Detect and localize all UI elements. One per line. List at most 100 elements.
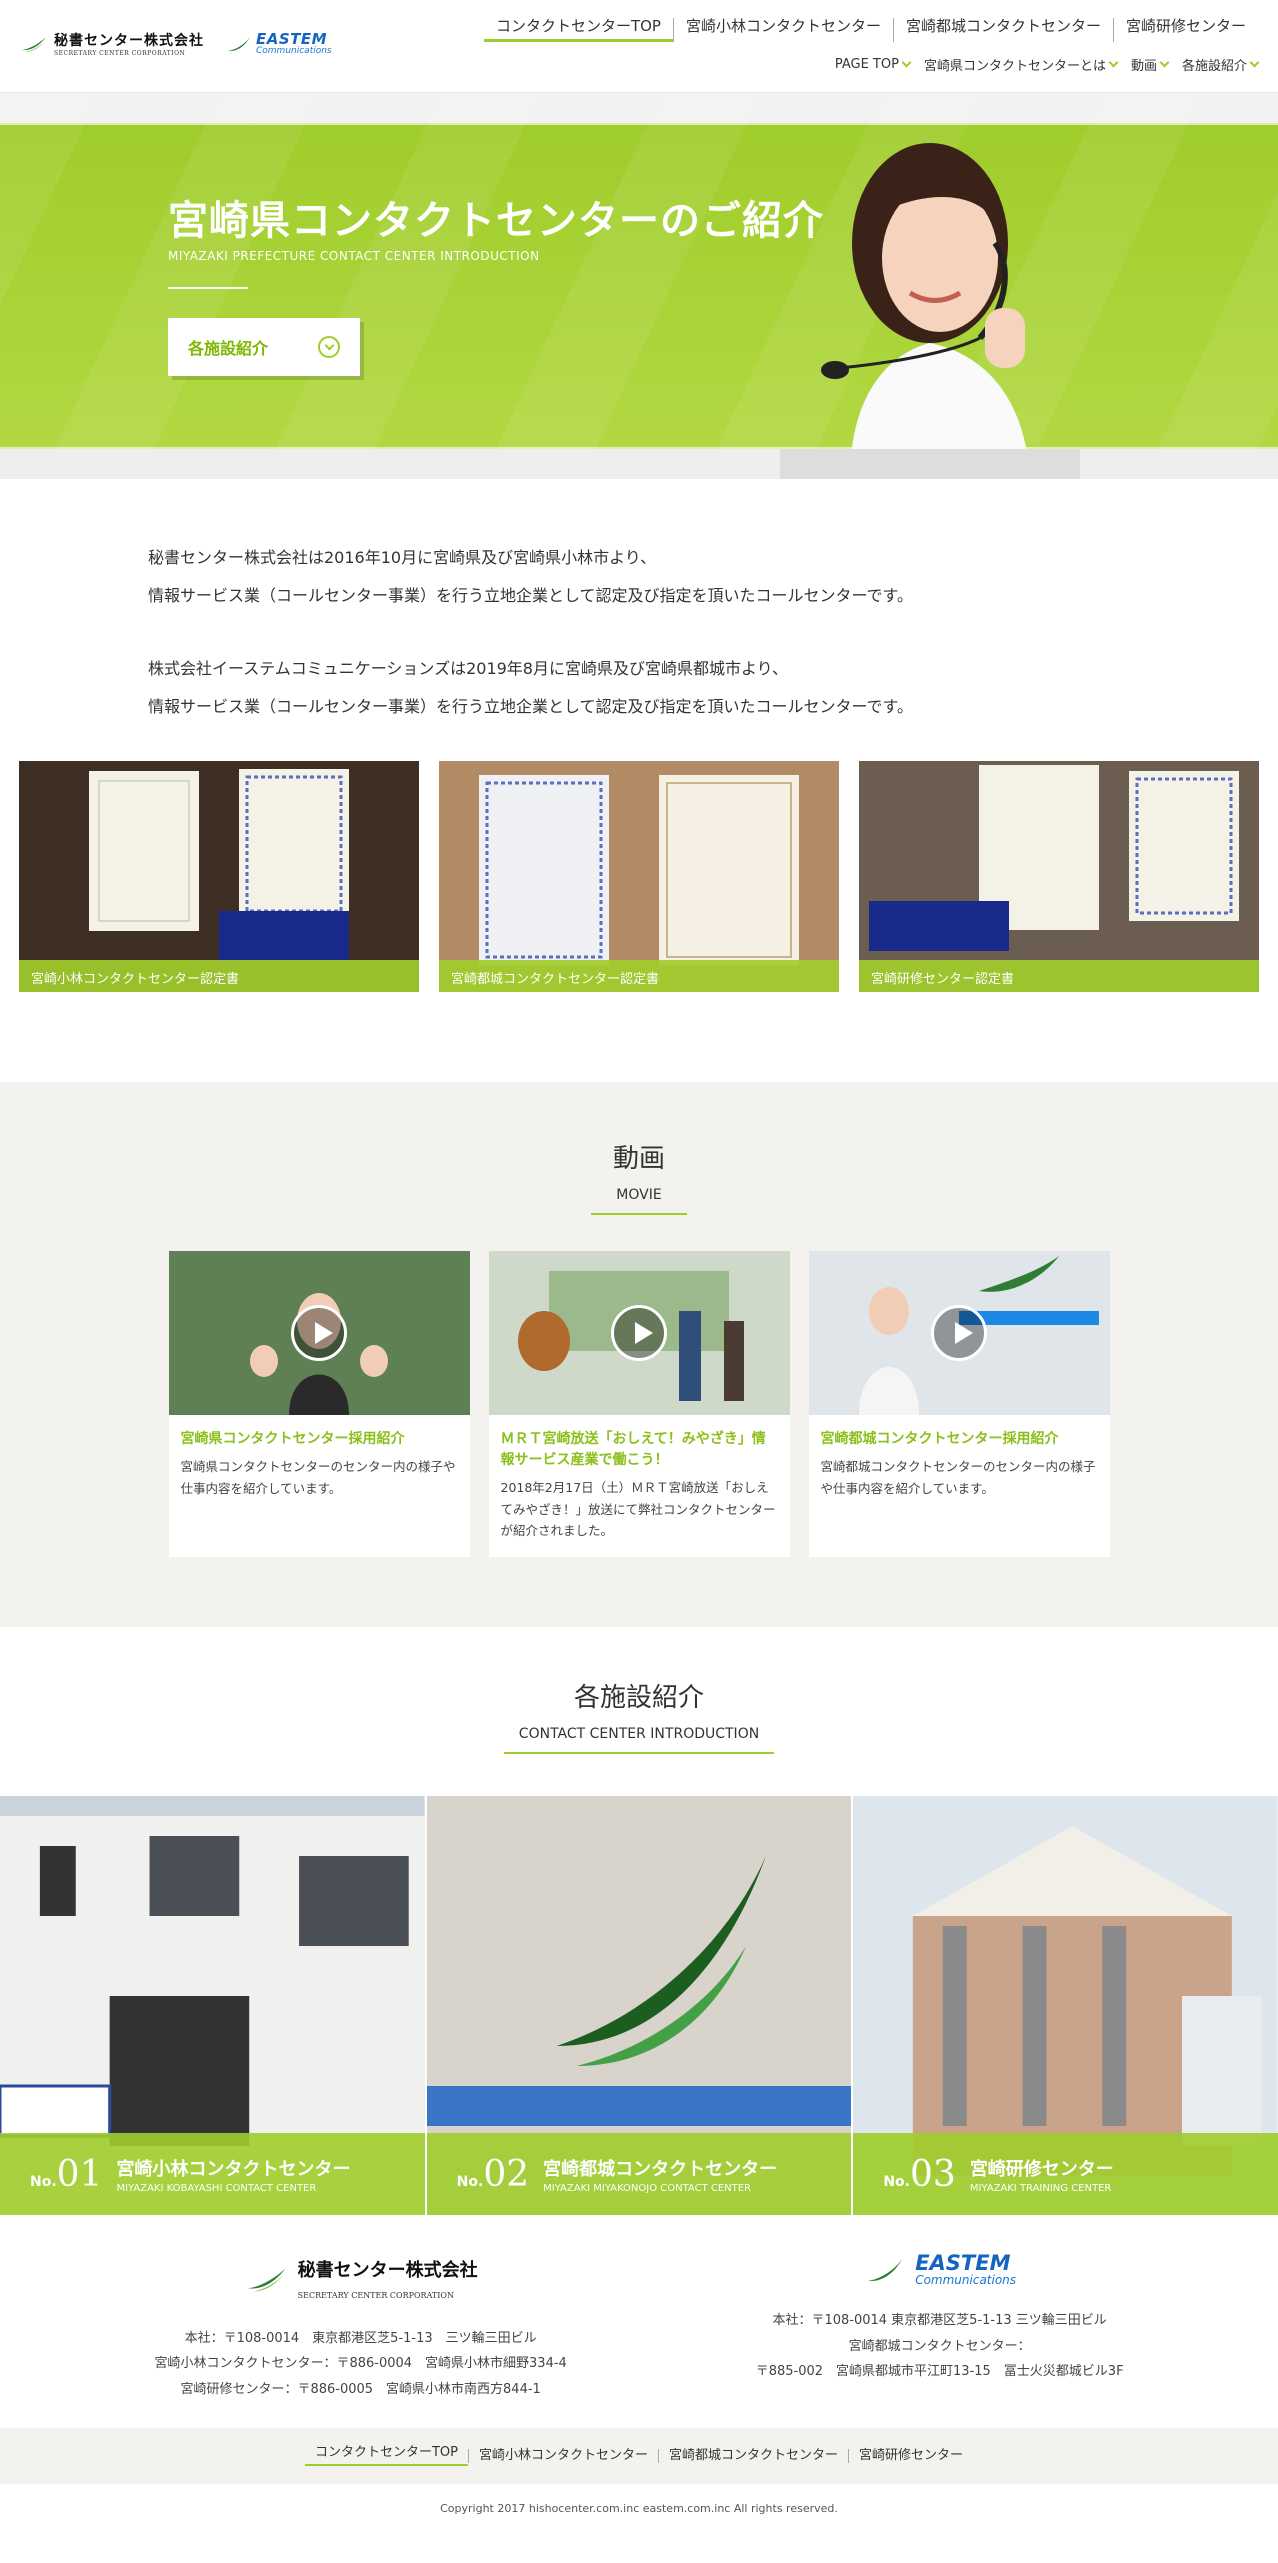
- movie-thumbnail[interactable]: [168, 1251, 470, 1416]
- intro-line: 秘書センター株式会社は2016年10月に宮崎県及び宮崎県小林市より、: [148, 548, 657, 567]
- facilities-heading: 各施設紹介 CONTACT CENTER INTRODUCTION: [0, 1627, 1278, 1755]
- movie-card-desc: 2018年2月17日（土）ＭＲＴ宮崎放送「おしえてみやざき！」放送にて弊社コンタ…: [500, 1480, 776, 1538]
- movie-card[interactable]: ＭＲＴ宮崎放送「おしえて！みやざき」情報サービス産業で働こう！ 2018年2月1…: [488, 1251, 790, 1558]
- hero-divider-top: [0, 123, 1278, 125]
- movie-card-title[interactable]: 宮崎県コンタクトセンター採用紹介: [169, 1415, 470, 1450]
- hero-operator-photo: [780, 143, 1080, 479]
- footer-address-line: 〒885-002 宮崎県都城市平江町13-15 冨士火災都城ビル3F: [755, 2364, 1124, 2380]
- facility-name-en: MIYAZAKI MIYAKONOJO CONTACT CENTER: [543, 2182, 752, 2194]
- topnav-miyakonojo[interactable]: 宮崎都城コンタクトセンター: [892, 18, 1113, 42]
- chevron-down-icon: [1159, 57, 1170, 68]
- eastem-leaf-icon: [228, 36, 250, 51]
- movie-card-list: 宮崎県コンタクトセンター採用紹介 宮崎県コンタクトセンターのセンター内の様子や仕…: [0, 1251, 1278, 1558]
- intro-line: 情報サービス業（コールセンター事業）を行う立地企業として認定及び指定を頂いたコー…: [148, 585, 913, 605]
- site-header: 秘書センター株式会社 SECRETARY CENTER CORPORATION …: [0, 0, 1278, 93]
- hisho-logo[interactable]: 秘書センター株式会社 SECRETARY CENTER CORPORATION: [20, 30, 204, 57]
- subnav-movie[interactable]: 動画: [1130, 55, 1170, 74]
- footer-eastem: EASTEM Communications 本社：〒108-0014 東京都港区…: [756, 2253, 1124, 2402]
- facility-number: 01: [56, 2153, 103, 2195]
- top-nav: コンタクトセンターTOP 宮崎小林コンタクトセンター 宮崎都城コンタクトセンター…: [483, 18, 1258, 42]
- topnav-contact-top[interactable]: コンタクトセンターTOP: [483, 18, 673, 42]
- footer-hisho-name-en: SECRETARY CENTER CORPORATION: [297, 2291, 454, 2301]
- hero-banner: 宮崎県コンタクトセンターのご紹介 MIYAZAKI PREFECTURE CON…: [0, 93, 1278, 479]
- footer-nav-contact-top[interactable]: コンタクトセンターTOP: [304, 2446, 468, 2467]
- heading-underline: [591, 1213, 687, 1216]
- certificate-photo: [19, 761, 419, 993]
- intro-paragraph-hisho: 秘書センター株式会社は2016年10月に宮崎県及び宮崎県小林市より、 情報サービ…: [148, 539, 1278, 614]
- footer-nav-kobayashi[interactable]: 宮崎小林コンタクトセンター: [467, 2449, 658, 2464]
- facility-card-kobayashi[interactable]: No. 01 宮崎小林コンタクトセンター MIYAZAKI KOBAYASHI CO…: [0, 1796, 427, 2216]
- facility-card-miyakonojo[interactable]: No. 02 宮崎都城コンタクトセンター MIYAZAKI MIYAKONOJO C…: [426, 1796, 854, 2216]
- certificate-card[interactable]: 宮崎研修センター認定書: [859, 761, 1259, 993]
- movie-card-desc: 宮崎県コンタクトセンターのセンター内の様子や仕事内容を紹介しています。: [180, 1459, 456, 1496]
- play-icon[interactable]: [291, 1305, 347, 1362]
- facility-card-training[interactable]: No. 03 宮崎研修センター MIYAZAKI TRAINING CENTER: [853, 1796, 1278, 2216]
- certificate-caption: 宮崎小林コンタクトセンター認定書: [19, 960, 419, 993]
- movie-card-title[interactable]: ＭＲＴ宮崎放送「おしえて！みやざき」情報サービス産業で働こう！: [489, 1415, 790, 1471]
- footer-hisho: 秘書センター株式会社 SECRETARY CENTER CORPORATION …: [154, 2253, 566, 2402]
- subnav-movie-label: 動画: [1130, 59, 1157, 74]
- subnav-about[interactable]: 宮崎県コンタクトセンターとは: [923, 55, 1119, 74]
- facility-number: 03: [910, 2153, 956, 2195]
- hisho-leaf-icon: [247, 2267, 286, 2292]
- movie-section: 動画 MOVIE 宮崎県コンタクトセンター採用紹介 宮崎県コンタクトセンターのセ…: [0, 1082, 1278, 1628]
- hero-underline: [168, 287, 248, 289]
- facilities-button-label: 各施設紹介: [188, 339, 269, 358]
- movie-thumbnail[interactable]: [488, 1251, 790, 1416]
- facilities-section: 各施設紹介 CONTACT CENTER INTRODUCTION No. 01 …: [0, 1627, 1278, 2216]
- hero-pattern: [0, 93, 1278, 479]
- footer-company-info: 秘書センター株式会社 SECRETARY CENTER CORPORATION …: [0, 2215, 1278, 2428]
- facility-name-en: MIYAZAKI KOBAYASHI CONTACT CENTER: [116, 2182, 317, 2194]
- hero-subtitle: MIYAZAKI PREFECTURE CONTACT CENTER INTRO…: [168, 249, 540, 263]
- intro-section: 秘書センター株式会社は2016年10月に宮崎県及び宮崎県小林市より、 情報サービ…: [0, 479, 1278, 725]
- footer-eastem-logo[interactable]: EASTEM Communications: [756, 2253, 1124, 2286]
- footer-nav-miyakonojo[interactable]: 宮崎都城コンタクトセンター: [658, 2449, 848, 2464]
- certificate-card[interactable]: 宮崎都城コンタクトセンター認定書: [439, 761, 839, 993]
- play-icon[interactable]: [611, 1305, 667, 1362]
- facilities-title: 各施設紹介: [573, 1683, 704, 1714]
- movie-card-title[interactable]: 宮崎都城コンタクトセンター採用紹介: [809, 1415, 1110, 1450]
- intro-paragraph-eastem: 株式会社イーステムコミュニケーションズは2019年8月に宮崎県及び宮崎県都城市よ…: [148, 650, 1278, 725]
- footer-nav: コンタクトセンターTOP 宮崎小林コンタクトセンター 宮崎都城コンタクトセンター…: [0, 2428, 1278, 2485]
- eastem-logo-sub: Communications: [256, 45, 332, 56]
- topnav-kobayashi[interactable]: 宮崎小林コンタクトセンター: [672, 18, 893, 42]
- footer-address-line: 本社：〒108-0014 東京都港区芝5-1-13 三ツ輪三田ビル: [184, 2331, 537, 2347]
- logo-group: 秘書センター株式会社 SECRETARY CENTER CORPORATION …: [20, 30, 332, 57]
- footer-address-line: 宮崎小林コンタクトセンター：〒886-0004 宮崎県小林市細野334-4: [154, 2356, 567, 2372]
- subnav-facilities[interactable]: 各施設紹介: [1182, 55, 1260, 74]
- subnav-about-label: 宮崎県コンタクトセンターとは: [923, 59, 1106, 74]
- chevron-down-icon: [1249, 57, 1260, 68]
- movie-card[interactable]: 宮崎都城コンタクトセンター採用紹介 宮崎都城コンタクトセンターのセンター内の様子…: [808, 1251, 1110, 1558]
- play-icon[interactable]: [931, 1305, 987, 1362]
- facilities-button[interactable]: 各施設紹介: [168, 318, 360, 376]
- hisho-logo-jp: 秘書センター株式会社: [54, 33, 204, 49]
- movie-thumbnail[interactable]: [808, 1251, 1110, 1416]
- footer-hisho-logo[interactable]: 秘書センター株式会社 SECRETARY CENTER CORPORATION: [154, 2253, 566, 2304]
- movie-title: 動画: [612, 1144, 665, 1175]
- chevron-down-icon: [1108, 57, 1119, 68]
- hero-title: 宮崎県コンタクトセンターのご紹介: [168, 197, 824, 244]
- movie-card-desc: 宮崎都城コンタクトセンターのセンター内の様子や仕事内容を紹介しています。: [820, 1459, 1096, 1496]
- intro-line: 情報サービス業（コールセンター事業）を行う立地企業として認定及び指定を頂いたコー…: [148, 696, 913, 716]
- eastem-logo[interactable]: EASTEM Communications: [226, 31, 332, 56]
- facility-label: No. 03 宮崎研修センター MIYAZAKI TRAINING CENTER: [853, 2133, 1278, 2216]
- footer-address-line: 本社：〒108-0014 東京都港区芝5-1-13 三ツ輪三田ビル: [772, 2313, 1107, 2329]
- facilities-title-en: CONTACT CENTER INTRODUCTION: [518, 1726, 760, 1743]
- intro-line: 株式会社イーステムコミュニケーションズは2019年8月に宮崎県及び宮崎県都城市よ…: [148, 659, 789, 679]
- facility-no-prefix: No.: [456, 2173, 484, 2190]
- subnav-page-top-label: PAGE TOP: [834, 57, 899, 72]
- topnav-training[interactable]: 宮崎研修センター: [1112, 18, 1258, 42]
- subnav-page-top[interactable]: PAGE TOP: [834, 55, 912, 74]
- certificate-photo: [859, 761, 1259, 993]
- movie-card[interactable]: 宮崎県コンタクトセンター採用紹介 宮崎県コンタクトセンターのセンター内の様子や仕…: [168, 1251, 470, 1558]
- chevron-down-icon: [901, 57, 912, 68]
- footer-nav-training[interactable]: 宮崎研修センター: [848, 2449, 973, 2464]
- certificate-card[interactable]: 宮崎小林コンタクトセンター認定書: [19, 761, 419, 993]
- facility-name: 宮崎研修センター: [969, 2158, 1114, 2180]
- movie-heading: 動画 MOVIE: [0, 1082, 1278, 1216]
- certificate-photo: [439, 761, 839, 993]
- footer-eastem-name: EASTEM: [915, 2251, 1011, 2276]
- facility-no-prefix: No.: [883, 2173, 910, 2190]
- page-sub-nav: PAGE TOP 宮崎県コンタクトセンターとは 動画 各施設紹介: [834, 55, 1260, 74]
- hisho-logo-en: SECRETARY CENTER CORPORATION: [54, 50, 186, 57]
